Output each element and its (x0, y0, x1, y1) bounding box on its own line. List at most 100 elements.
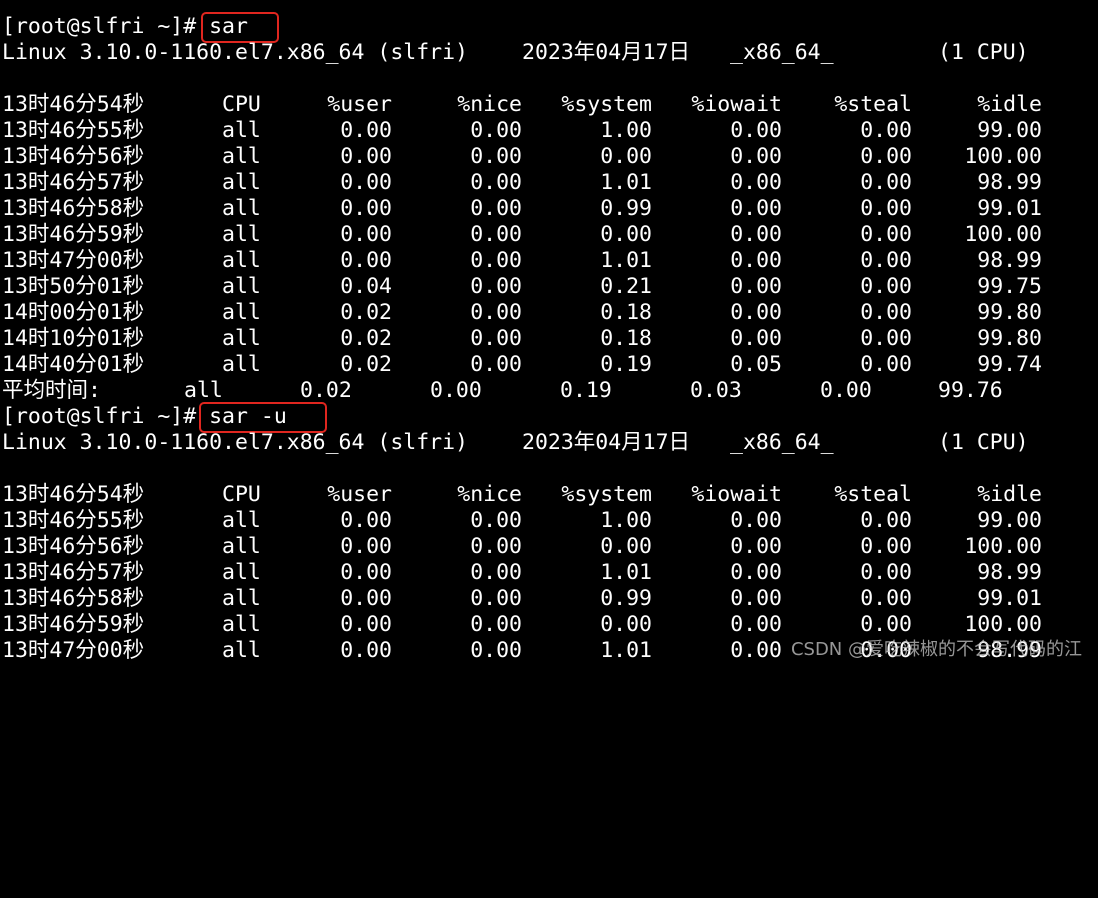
header-nice: %nice (457, 92, 522, 117)
table-row: 13时46分57秒 all 0.00 0.00 1.01 0.00 0.00 9… (0, 170, 1098, 196)
cell-iowait: 0.00 (730, 144, 782, 169)
cell-steal: 0.00 (860, 534, 912, 559)
cell-idle: 99.01 (977, 196, 1042, 221)
cell-system: 1.01 (600, 560, 652, 585)
cell-time: 13时47分00秒 (2, 248, 145, 273)
cell-idle: 100.00 (964, 144, 1042, 169)
summary-idle: 99.76 (938, 378, 1003, 403)
table-row: 13时46分58秒 all 0.00 0.00 0.99 0.00 0.00 9… (0, 586, 1098, 612)
summary-steal: 0.00 (820, 378, 872, 403)
terminal-window[interactable]: [root@slfri ~]# sar Linux 3.10.0-1160.el… (0, 0, 1098, 671)
sysinfo-date: 2023年04月17日 (522, 40, 691, 65)
cell-user: 0.00 (340, 638, 392, 663)
table-row: 13时46分59秒 all 0.00 0.00 0.00 0.00 0.00 1… (0, 222, 1098, 248)
cell-user: 0.02 (340, 352, 392, 377)
cell-steal: 0.00 (860, 300, 912, 325)
cell-cpu: all (222, 118, 261, 143)
cell-nice: 0.00 (470, 196, 522, 221)
sysinfo-line-2: Linux 3.10.0-1160.el7.x86_64 (slfri) 202… (0, 430, 1098, 456)
cell-nice: 0.00 (470, 352, 522, 377)
cell-idle: 98.99 (977, 248, 1042, 273)
sysinfo-line-1: Linux 3.10.0-1160.el7.x86_64 (slfri) 202… (0, 40, 1098, 66)
cell-cpu: all (222, 170, 261, 195)
summary-nice: 0.00 (430, 378, 482, 403)
sysinfo-date: 2023年04月17日 (522, 430, 691, 455)
cell-nice: 0.00 (470, 508, 522, 533)
cell-system: 0.18 (600, 326, 652, 351)
cell-system: 0.99 (600, 196, 652, 221)
table-row: 14时40分01秒 all 0.02 0.00 0.19 0.05 0.00 9… (0, 352, 1098, 378)
sysinfo-kernel: Linux 3.10.0-1160.el7.x86_64 (slfri) (2, 40, 468, 65)
summary-user: 0.02 (300, 378, 352, 403)
cell-cpu: all (222, 638, 261, 663)
cell-cpu: all (222, 222, 261, 247)
cell-iowait: 0.00 (730, 560, 782, 585)
cell-cpu: all (222, 560, 261, 585)
cell-system: 1.00 (600, 508, 652, 533)
cell-system: 1.01 (600, 248, 652, 273)
sysinfo-arch: _x86_64_ (730, 430, 834, 455)
cell-system: 1.00 (600, 118, 652, 143)
table-row: 13时46分55秒 all 0.00 0.00 1.00 0.00 0.00 9… (0, 118, 1098, 144)
cell-time: 13时46分59秒 (2, 222, 145, 247)
cell-user: 0.00 (340, 534, 392, 559)
cell-steal: 0.00 (860, 274, 912, 299)
cell-time: 13时46分59秒 (2, 612, 145, 637)
cell-steal: 0.00 (860, 508, 912, 533)
cell-user: 0.02 (340, 300, 392, 325)
cell-user: 0.00 (340, 196, 392, 221)
cell-cpu: all (222, 508, 261, 533)
cell-steal: 0.00 (860, 248, 912, 273)
cell-user: 0.02 (340, 326, 392, 351)
cell-idle: 99.74 (977, 352, 1042, 377)
cell-steal: 0.00 (860, 326, 912, 351)
cell-system: 0.00 (600, 612, 652, 637)
cell-nice: 0.00 (470, 534, 522, 559)
cell-cpu: all (222, 586, 261, 611)
cell-user: 0.00 (340, 508, 392, 533)
header-steal: %steal (834, 92, 912, 117)
cell-nice: 0.00 (470, 222, 522, 247)
cell-time: 13时46分56秒 (2, 144, 145, 169)
cell-nice: 0.00 (470, 560, 522, 585)
cell-cpu: all (222, 352, 261, 377)
cell-iowait: 0.00 (730, 222, 782, 247)
cell-user: 0.00 (340, 560, 392, 585)
cell-user: 0.00 (340, 144, 392, 169)
cell-cpu: all (222, 326, 261, 351)
cell-cpu: all (222, 612, 261, 637)
cell-system: 0.00 (600, 144, 652, 169)
cell-idle: 99.80 (977, 326, 1042, 351)
table-row: 13时46分58秒 all 0.00 0.00 0.99 0.00 0.00 9… (0, 196, 1098, 222)
cell-user: 0.00 (340, 586, 392, 611)
summary-system: 0.19 (560, 378, 612, 403)
summary-cpu: all (184, 378, 223, 403)
command-highlight-box (199, 402, 327, 433)
cell-time: 13时46分55秒 (2, 508, 145, 533)
cell-user: 0.04 (340, 274, 392, 299)
table-row: 13时46分56秒 all 0.00 0.00 0.00 0.00 0.00 1… (0, 534, 1098, 560)
cell-steal: 0.00 (860, 560, 912, 585)
cell-steal: 0.00 (860, 352, 912, 377)
header-system: %system (561, 482, 652, 507)
csdn-watermark: CSDN @爱吃辣椒的不会写代码的江 (790, 639, 1082, 660)
sysinfo-arch: _x86_64_ (730, 40, 834, 65)
cell-steal: 0.00 (860, 222, 912, 247)
cell-system: 1.01 (600, 170, 652, 195)
table-row: 13时46分56秒 all 0.00 0.00 0.00 0.00 0.00 1… (0, 144, 1098, 170)
cell-system: 0.00 (600, 534, 652, 559)
header-cpu: CPU (222, 92, 261, 117)
summary-iowait: 0.03 (690, 378, 742, 403)
header-iowait: %iowait (691, 92, 782, 117)
cell-iowait: 0.00 (730, 118, 782, 143)
cell-steal: 0.00 (860, 118, 912, 143)
cell-system: 0.18 (600, 300, 652, 325)
cell-system: 0.99 (600, 586, 652, 611)
cell-nice: 0.00 (470, 118, 522, 143)
cell-idle: 99.80 (977, 300, 1042, 325)
cell-nice: 0.00 (470, 638, 522, 663)
cell-cpu: all (222, 274, 261, 299)
cell-iowait: 0.00 (730, 534, 782, 559)
cell-cpu: all (222, 144, 261, 169)
shell-prompt: [root@slfri ~]# (2, 14, 210, 39)
